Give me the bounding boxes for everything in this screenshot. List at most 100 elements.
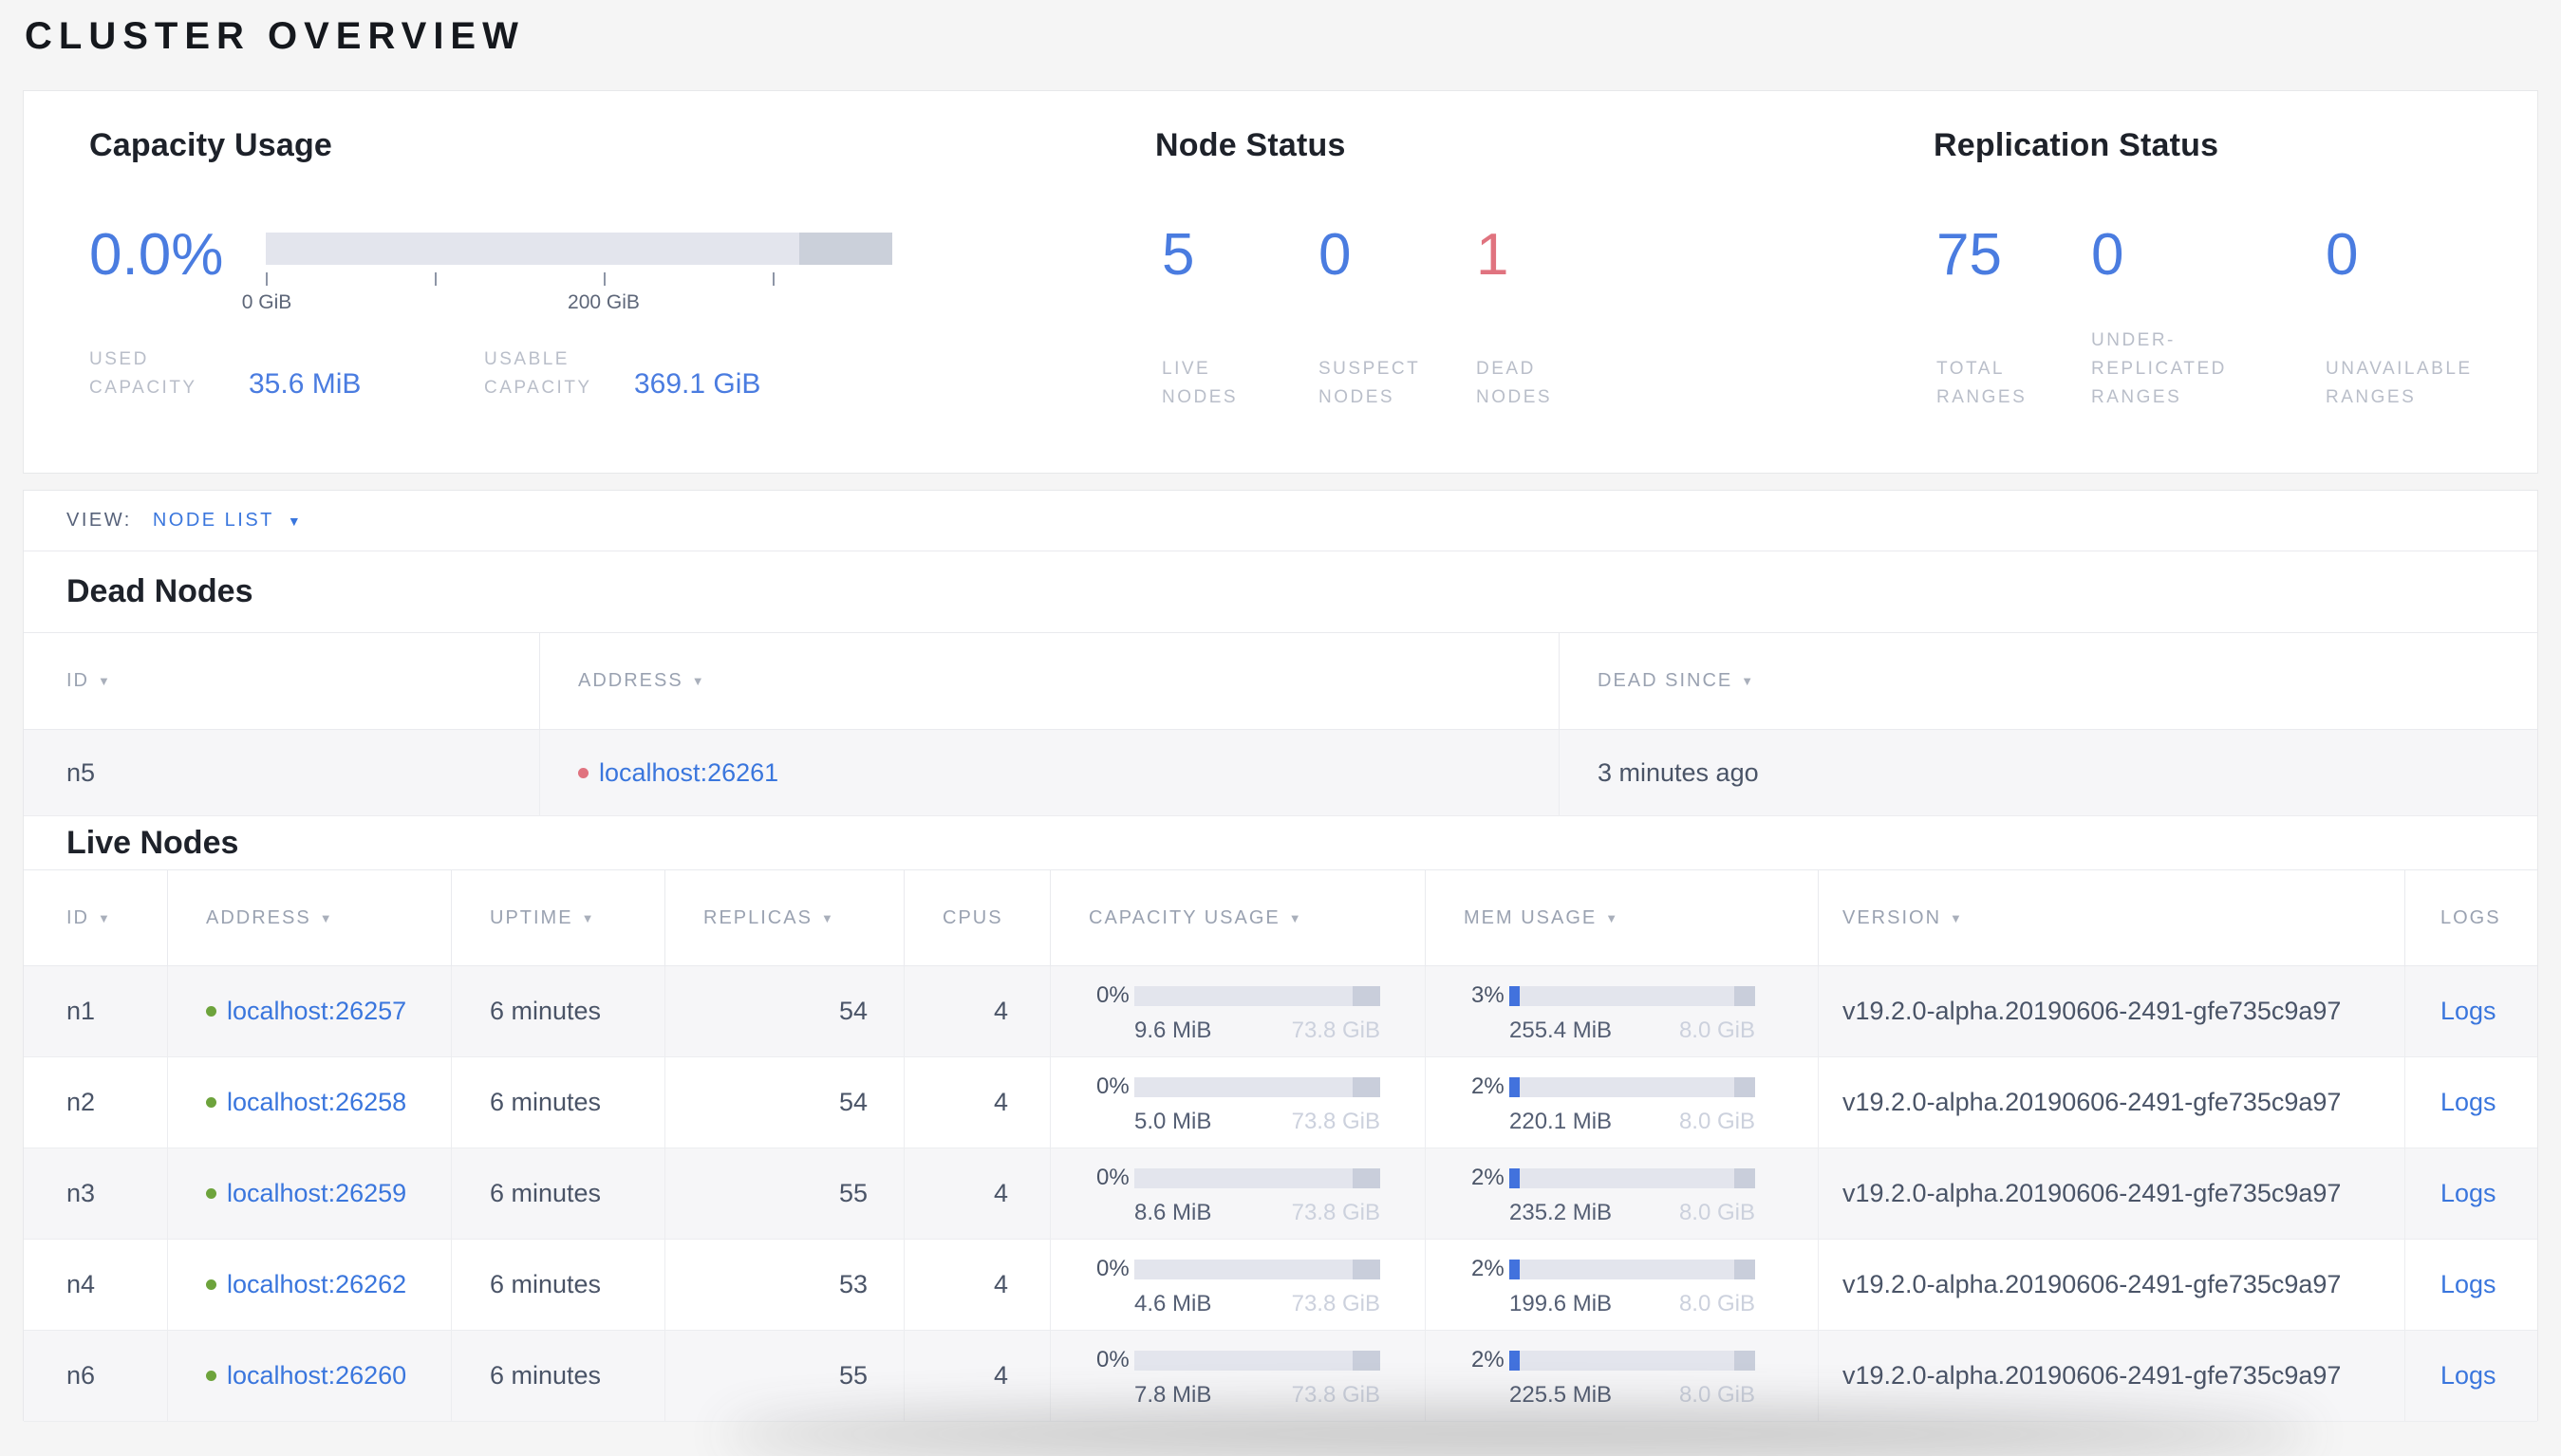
- replication-status-section: Replication Status 75 TOTAL RANGES 0 UND…: [1934, 91, 2532, 473]
- chevron-down-icon: ▼: [287, 513, 304, 529]
- dead-nodes-label: DEAD NODES: [1476, 358, 1553, 407]
- live-node-uptime: 6 minutes: [451, 1240, 664, 1330]
- live-node-cpus: 4: [904, 966, 1050, 1056]
- mem-bar-fill: [1509, 1076, 1520, 1097]
- dead-status-icon: [578, 767, 589, 778]
- used-capacity-value: 35.6 MiB: [249, 368, 362, 401]
- dead-col-address[interactable]: ADDRESS ▼: [539, 633, 1559, 729]
- live-nodes-table-header: ID ▼ ADDRESS ▼ UPTIME ▼ REPLICAS ▼ CPUS …: [24, 869, 2537, 966]
- capacity-bar-reserved: [1353, 1076, 1380, 1097]
- live-col-mem-usage[interactable]: MEM USAGE ▼: [1425, 870, 1818, 965]
- live-node-uptime: 6 minutes: [451, 966, 664, 1056]
- dead-col-dead-since-label: DEAD SINCE: [1598, 670, 1733, 691]
- dead-node-address-link[interactable]: localhost:26261: [599, 758, 778, 788]
- capacity-usage-section: Capacity Usage 0.0% 0 GiB 200 GiB USED C…: [66, 91, 1111, 473]
- live-node-capacity-usage: 0% 4.6 MiB 73.8 GiB: [1050, 1240, 1425, 1330]
- live-status-icon: [206, 1279, 216, 1290]
- live-node-logs-cell: Logs: [2404, 1148, 2539, 1239]
- mem-pct: 2%: [1471, 1256, 1505, 1281]
- live-node-replicas: 54: [664, 966, 904, 1056]
- dead-col-id[interactable]: ID ▼: [24, 633, 539, 729]
- mem-bar-reserved: [1734, 1350, 1755, 1371]
- live-col-capacity-usage[interactable]: CAPACITY USAGE ▼: [1050, 870, 1425, 965]
- live-col-address[interactable]: ADDRESS ▼: [167, 870, 451, 965]
- live-node-address-link[interactable]: localhost:26259: [227, 1179, 406, 1208]
- live-node-uptime: 6 minutes: [451, 1057, 664, 1148]
- logs-link[interactable]: Logs: [2440, 1088, 2496, 1117]
- capacity-gauge: 0 GiB 200 GiB: [242, 233, 892, 313]
- live-node-address-link[interactable]: localhost:26260: [227, 1361, 406, 1391]
- sort-arrow-icon: ▼: [1288, 910, 1303, 925]
- live-col-id[interactable]: ID ▼: [24, 870, 167, 965]
- capacity-bar: [1134, 1350, 1380, 1371]
- sort-arrow-icon: ▼: [820, 910, 835, 925]
- mem-pct: 2%: [1471, 1073, 1505, 1099]
- live-status-icon: [206, 1006, 216, 1017]
- live-node-uptime: 6 minutes: [451, 1148, 664, 1239]
- live-col-cpus: CPUS: [904, 870, 1050, 965]
- capacity-bar: [1134, 1259, 1380, 1279]
- unavailable-ranges-label: UNAVAILABLE RANGES: [2326, 358, 2473, 407]
- dead-node-id: n5: [66, 757, 96, 787]
- capacity-pct: 0%: [1096, 1073, 1130, 1099]
- live-nodes-table-body: n1 localhost:26257 6 minutes 54 4 0% 9.6…: [24, 966, 2537, 1422]
- live-node-replicas: 55: [664, 1148, 904, 1239]
- live-node-version: v19.2.0-alpha.20190606-2491-gfe735c9a97: [1818, 1057, 2404, 1148]
- mem-bar-reserved: [1734, 1167, 1755, 1188]
- unavailable-ranges-count: 0: [2326, 222, 2359, 288]
- mem-used-value: 255.4 MiB: [1509, 1017, 1613, 1043]
- capacity-total-value: 73.8 GiB: [1291, 1291, 1380, 1316]
- live-node-mem-usage: 3% 255.4 MiB 8.0 GiB: [1425, 966, 1818, 1056]
- live-col-version-label: VERSION: [1842, 906, 1942, 928]
- dead-col-dead-since[interactable]: DEAD SINCE ▼: [1559, 633, 2539, 729]
- logs-link[interactable]: Logs: [2440, 1179, 2496, 1208]
- mem-bar: [1509, 1076, 1755, 1097]
- mem-bar-fill: [1509, 1167, 1520, 1188]
- live-col-replicas[interactable]: REPLICAS ▼: [664, 870, 904, 965]
- logs-link[interactable]: Logs: [2440, 1270, 2496, 1299]
- used-capacity-label: USED CAPACITY: [89, 349, 197, 399]
- live-node-version: v19.2.0-alpha.20190606-2491-gfe735c9a97: [1818, 1148, 2404, 1239]
- mem-bar-reserved: [1734, 985, 1755, 1006]
- dead-node-address-cell: localhost:26261: [539, 730, 1559, 815]
- logs-link[interactable]: Logs: [2440, 997, 2496, 1026]
- replication-status-heading: Replication Status: [1934, 127, 2219, 163]
- live-node-address-link[interactable]: localhost:26262: [227, 1270, 406, 1299]
- mem-used-value: 199.6 MiB: [1509, 1291, 1613, 1316]
- capacity-bar-reserved: [1353, 1350, 1380, 1371]
- node-status-heading: Node Status: [1155, 127, 1346, 163]
- total-ranges-label: TOTAL RANGES: [1936, 358, 2028, 407]
- mem-pct: 2%: [1471, 1165, 1505, 1190]
- live-col-capacity-usage-label: CAPACITY USAGE: [1089, 906, 1280, 928]
- page-title: CLUSTER OVERVIEW: [25, 15, 525, 57]
- mem-bar-fill: [1509, 985, 1520, 1006]
- live-node-cpus: 4: [904, 1331, 1050, 1421]
- capacity-bar-reserved: [1353, 1167, 1380, 1188]
- gauge-tick: [266, 272, 268, 286]
- live-node-address-link[interactable]: localhost:26258: [227, 1088, 406, 1117]
- logs-link[interactable]: Logs: [2440, 1361, 2496, 1391]
- live-node-id: n2: [66, 1088, 96, 1116]
- gauge-tick: [435, 272, 437, 286]
- live-node-id: n6: [66, 1361, 96, 1390]
- live-col-logs: LOGS: [2404, 870, 2539, 965]
- mem-bar-fill: [1509, 1350, 1520, 1371]
- live-node-id: n3: [66, 1179, 96, 1207]
- live-col-uptime[interactable]: UPTIME ▼: [451, 870, 664, 965]
- live-node-address-cell: localhost:26258: [167, 1057, 451, 1148]
- sort-arrow-icon: ▼: [1950, 910, 1964, 925]
- live-col-uptime-label: UPTIME: [490, 906, 573, 928]
- capacity-gauge-reserved-segment: [799, 233, 892, 265]
- live-col-version[interactable]: VERSION ▼: [1818, 870, 2404, 965]
- node-status-section: Node Status 5 LIVE NODES 0 SUSPECT NODES…: [1155, 91, 1877, 473]
- capacity-percent: 0.0%: [89, 222, 224, 288]
- capacity-used-value: 5.0 MiB: [1134, 1109, 1212, 1134]
- view-dropdown-value: NODE LIST: [152, 510, 274, 531]
- cluster-summary-panel: Capacity Usage 0.0% 0 GiB 200 GiB USED C…: [23, 90, 2538, 474]
- capacity-bar: [1134, 1167, 1380, 1188]
- mem-used-value: 225.5 MiB: [1509, 1382, 1613, 1408]
- view-dropdown[interactable]: NODE LIST ▼: [153, 510, 303, 532]
- live-node-address-link[interactable]: localhost:26257: [227, 997, 406, 1026]
- live-node-logs-cell: Logs: [2404, 1331, 2539, 1421]
- mem-bar-reserved: [1734, 1076, 1755, 1097]
